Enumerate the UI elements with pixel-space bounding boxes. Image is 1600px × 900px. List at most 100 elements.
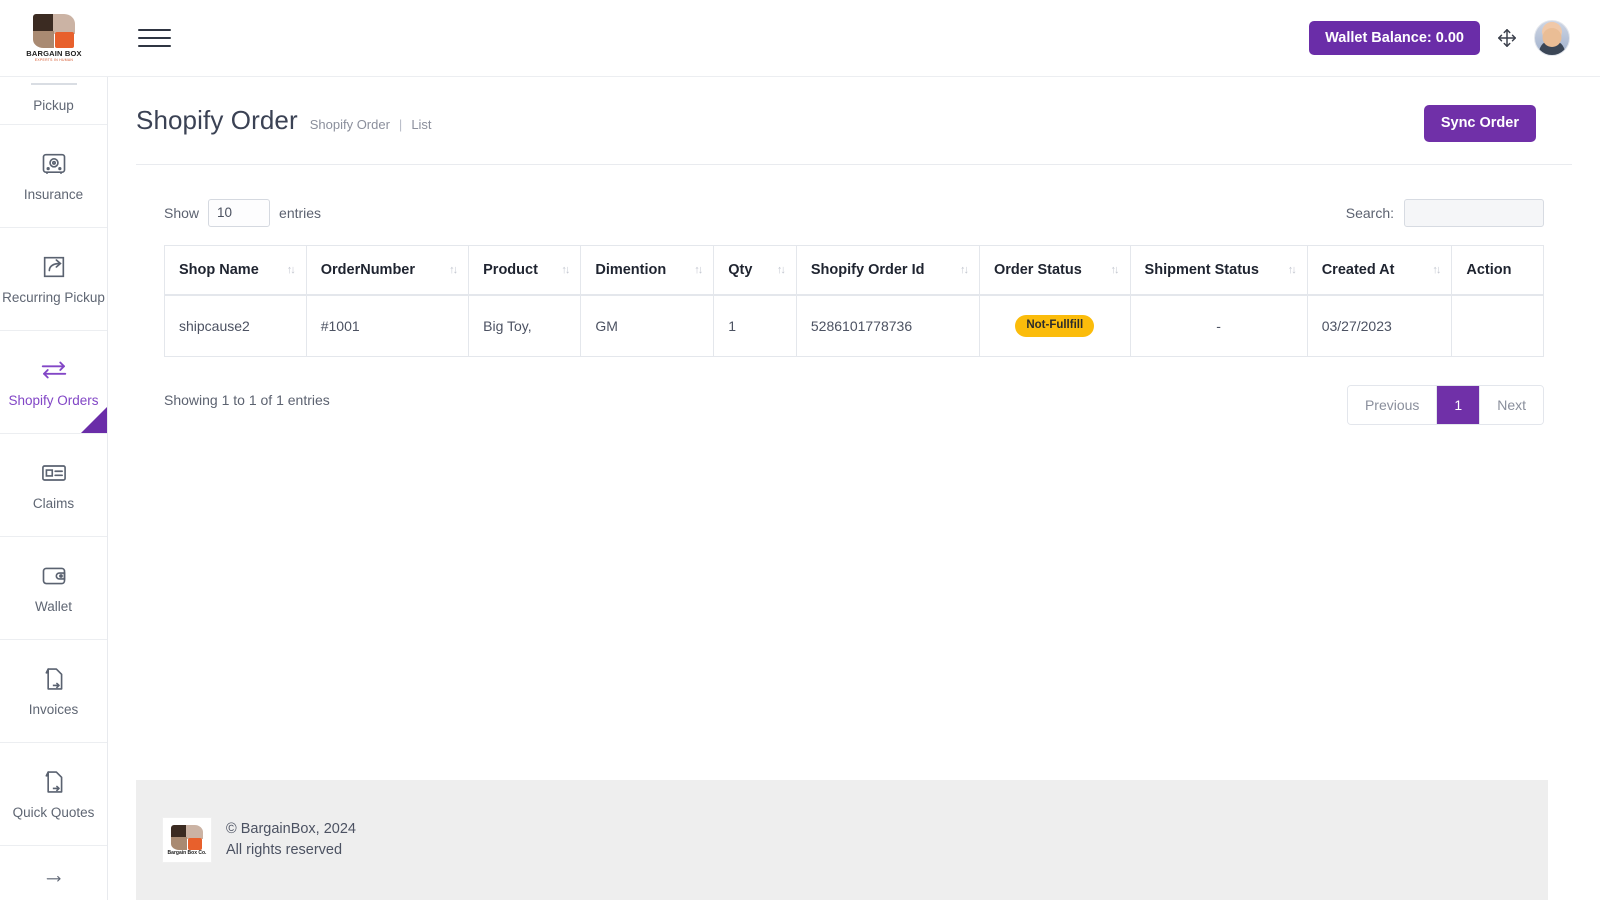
col-created-at[interactable]: Created At↑↓ — [1307, 245, 1452, 295]
cell-dimention: GM — [581, 295, 714, 357]
page-header: Shopify Order Shopify Order | List Sync … — [108, 77, 1600, 142]
footer-logo-wordmark: Bargain Box Co. — [168, 850, 207, 856]
sidebar-item-invoices[interactable]: Invoices — [0, 640, 107, 743]
hamburger-icon[interactable] — [138, 23, 174, 53]
footer-rights: All rights reserved — [226, 840, 356, 861]
breadcrumb-parent[interactable]: Shopify Order — [310, 117, 390, 132]
cell-shipment-status: - — [1130, 295, 1307, 357]
id-card-icon — [39, 458, 69, 488]
safe-box-icon — [39, 149, 69, 179]
page-length-input[interactable] — [208, 199, 270, 227]
table-header-row: Shop Name↑↓ OrderNumber↑↓ Product↑↓ Dime… — [165, 245, 1544, 295]
col-dimention[interactable]: Dimention↑↓ — [581, 245, 714, 295]
puzzle-logo-icon — [171, 825, 203, 850]
col-action: Action — [1452, 245, 1544, 295]
sidebar-item-next[interactable] — [0, 846, 107, 900]
sidebar-item-label: Shopify Orders — [8, 394, 98, 409]
sidebar: Pickup Insurance Recurring Pickup — [0, 77, 108, 900]
cell-qty: 1 — [714, 295, 797, 357]
sidebar-item-label: Recurring Pickup — [2, 291, 105, 306]
cell-action[interactable] — [1452, 295, 1544, 357]
sidebar-item-label: Invoices — [29, 703, 79, 718]
cell-order-number: #1001 — [306, 295, 468, 357]
breadcrumb: Shopify Order | List — [310, 117, 432, 132]
logo-wordmark: BARGAIN BOX — [26, 49, 82, 58]
table-footer: Showing 1 to 1 of 1 entries Previous 1 N… — [136, 357, 1572, 425]
pagination-previous[interactable]: Previous — [1348, 386, 1437, 424]
sidebar-item-insurance[interactable]: Insurance — [0, 125, 107, 228]
sort-updown-icon: ↑↓ — [1111, 264, 1118, 276]
sort-updown-icon: ↑↓ — [449, 264, 456, 276]
page-title: Shopify Order — [136, 105, 298, 136]
repeat-arrow-icon — [39, 252, 69, 282]
show-label: Show — [164, 205, 199, 221]
sort-updown-icon: ↑↓ — [777, 264, 784, 276]
sort-updown-icon: ↑↓ — [1288, 264, 1295, 276]
col-order-status[interactable]: Order Status↑↓ — [979, 245, 1130, 295]
breadcrumb-separator: | — [399, 117, 402, 132]
logo-box: BARGAIN BOX EXPERTS IN HUMAN — [26, 12, 82, 64]
wallet-icon — [39, 561, 69, 591]
sync-order-button[interactable]: Sync Order — [1424, 105, 1536, 142]
sidebar-item-label: Pickup — [33, 99, 74, 114]
col-shipment-status[interactable]: Shipment Status↑↓ — [1130, 245, 1307, 295]
col-shop-name[interactable]: Shop Name↑↓ — [165, 245, 307, 295]
orders-table: Shop Name↑↓ OrderNumber↑↓ Product↑↓ Dime… — [164, 245, 1544, 358]
sort-updown-icon: ↑↓ — [287, 264, 294, 276]
sidebar-item-label: Quick Quotes — [13, 806, 95, 821]
app-root: BARGAIN BOX EXPERTS IN HUMAN Wallet Bala… — [0, 0, 1600, 900]
exchange-arrows-icon — [39, 355, 69, 385]
status-badge: Not-Fullfill — [1015, 315, 1094, 337]
search-label: Search: — [1346, 205, 1394, 221]
sidebar-item-quick-quotes[interactable]: Quick Quotes — [0, 743, 107, 846]
entries-label: entries — [279, 205, 321, 221]
main-content: Shopify Order Shopify Order | List Sync … — [108, 77, 1600, 900]
col-product[interactable]: Product↑↓ — [469, 245, 581, 295]
sort-updown-icon: ↑↓ — [561, 264, 568, 276]
wallet-balance-button[interactable]: Wallet Balance: 0.00 — [1309, 21, 1480, 56]
sidebar-item-label: Insurance — [24, 188, 83, 203]
document-share-icon — [39, 767, 69, 797]
cell-shopify-order-id: 5286101778736 — [796, 295, 979, 357]
breadcrumb-current: List — [411, 117, 431, 132]
brand-logo[interactable]: BARGAIN BOX EXPERTS IN HUMAN — [0, 0, 108, 77]
entries-info: Showing 1 to 1 of 1 entries — [164, 392, 330, 408]
page-footer: Bargain Box Co. © BargainBox, 2024 All r… — [136, 780, 1548, 900]
footer-logo: Bargain Box Co. — [162, 817, 212, 863]
search-input[interactable] — [1404, 199, 1544, 227]
pagination-page-1[interactable]: 1 — [1437, 386, 1480, 424]
sort-updown-icon: ↑↓ — [960, 264, 967, 276]
avatar[interactable] — [1534, 20, 1570, 56]
puzzle-logo-icon — [33, 14, 75, 48]
pagination: Previous 1 Next — [1347, 385, 1544, 425]
sort-updown-icon: ↑↓ — [1432, 264, 1439, 276]
sidebar-item-label: Claims — [33, 497, 74, 512]
sidebar-item-label: Wallet — [35, 600, 72, 615]
logo-subtext: EXPERTS IN HUMAN — [35, 58, 73, 62]
sidebar-item-pickup[interactable]: Pickup — [0, 77, 107, 125]
sidebar-item-recurring-pickup[interactable]: Recurring Pickup — [0, 228, 107, 331]
fullscreen-arrows-icon[interactable] — [1496, 27, 1518, 49]
page-length-control: Show entries — [164, 199, 321, 227]
top-bar: BARGAIN BOX EXPERTS IN HUMAN Wallet Bala… — [0, 0, 1600, 77]
arrow-right-icon — [39, 866, 69, 896]
search-control: Search: — [1346, 199, 1544, 227]
col-shopify-order-id[interactable]: Shopify Order Id↑↓ — [796, 245, 979, 295]
orders-card: Show entries Search: Shop Name↑↓ — [136, 199, 1572, 426]
sidebar-item-wallet[interactable]: Wallet — [0, 537, 107, 640]
cell-product: Big Toy, — [469, 295, 581, 357]
header-divider — [136, 164, 1572, 165]
sidebar-item-shopify-orders[interactable]: Shopify Orders — [0, 331, 107, 434]
cell-created-at: 03/27/2023 — [1307, 295, 1452, 357]
title-wrap: Shopify Order Shopify Order | List — [136, 105, 432, 136]
table-row[interactable]: shipcause2 #1001 Big Toy, GM 1 528610177… — [165, 295, 1544, 357]
pagination-next[interactable]: Next — [1480, 386, 1543, 424]
col-order-number[interactable]: OrderNumber↑↓ — [306, 245, 468, 295]
topbar-right-group: Wallet Balance: 0.00 — [1309, 20, 1600, 56]
sidebar-item-claims[interactable]: Claims — [0, 434, 107, 537]
footer-copyright: © BargainBox, 2024 — [226, 819, 356, 840]
document-share-icon — [39, 664, 69, 694]
col-qty[interactable]: Qty↑↓ — [714, 245, 797, 295]
sort-updown-icon: ↑↓ — [694, 264, 701, 276]
cell-shop-name: shipcause2 — [165, 295, 307, 357]
